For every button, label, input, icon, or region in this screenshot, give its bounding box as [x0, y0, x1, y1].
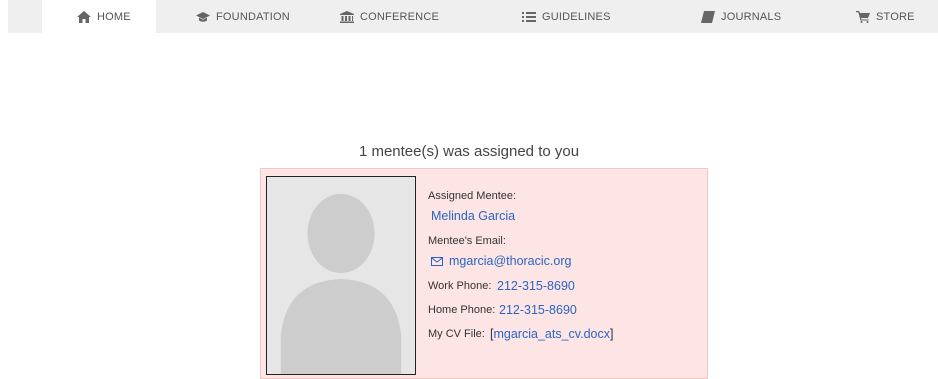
nav-item-journals[interactable]: JOURNALS — [701, 0, 781, 33]
nav-item-store[interactable]: STORE — [856, 0, 915, 33]
user-silhouette-icon — [267, 177, 415, 374]
graduation-cap-icon — [196, 11, 210, 22]
work-phone-link[interactable]: 212-315-8690 — [497, 279, 575, 293]
mentee-email-value: mgarcia@thoracic.org — [449, 254, 572, 268]
mentee-email-link[interactable]: mgarcia@thoracic.org — [431, 254, 571, 268]
nav-item-foundation[interactable]: FOUNDATION — [196, 0, 290, 33]
home-phone-link[interactable]: 212-315-8690 — [499, 303, 577, 317]
mentee-name-link[interactable]: Melinda Garcia — [431, 209, 515, 223]
home-icon — [77, 10, 91, 23]
nav-label-guidelines: GUIDELINES — [542, 10, 611, 23]
cv-file-link[interactable]: mgarcia_ats_cv.docx — [493, 327, 610, 341]
mentee-email-label: Mentee's Email: — [428, 235, 506, 247]
assigned-mentee-label: Assigned Mentee: — [428, 190, 517, 202]
cv-close-bracket: ] — [609, 327, 614, 341]
cv-file-entry: [mgarcia_ats_cv.docx] — [490, 327, 613, 341]
mentee-card: Assigned Mentee: Melinda Garcia Mentee's… — [260, 168, 708, 379]
nav-item-guidelines[interactable]: GUIDELINES — [522, 0, 611, 33]
home-phone-label: Home Phone: — [428, 304, 496, 316]
envelope-icon — [431, 257, 443, 267]
work-phone-label: Work Phone: — [428, 280, 492, 292]
nav-item-conference[interactable]: CONFERENCE — [340, 0, 439, 33]
nav-label-journals: JOURNALS — [721, 10, 782, 23]
nav-label-home: HOME — [97, 10, 131, 23]
nav-label-conference: CONFERENCE — [360, 10, 440, 23]
list-icon — [522, 11, 536, 22]
nav-label-foundation: FOUNDATION — [216, 10, 290, 23]
page-title: 1 mentee(s) was assigned to you — [358, 143, 580, 160]
cv-file-label: My CV File: — [428, 328, 485, 340]
avatar-placeholder — [266, 176, 416, 375]
nav-item-home[interactable]: HOME — [77, 0, 131, 33]
cart-icon — [856, 10, 870, 23]
book-icon — [701, 10, 715, 23]
institution-icon — [340, 10, 354, 23]
nav-label-store: STORE — [876, 10, 915, 23]
